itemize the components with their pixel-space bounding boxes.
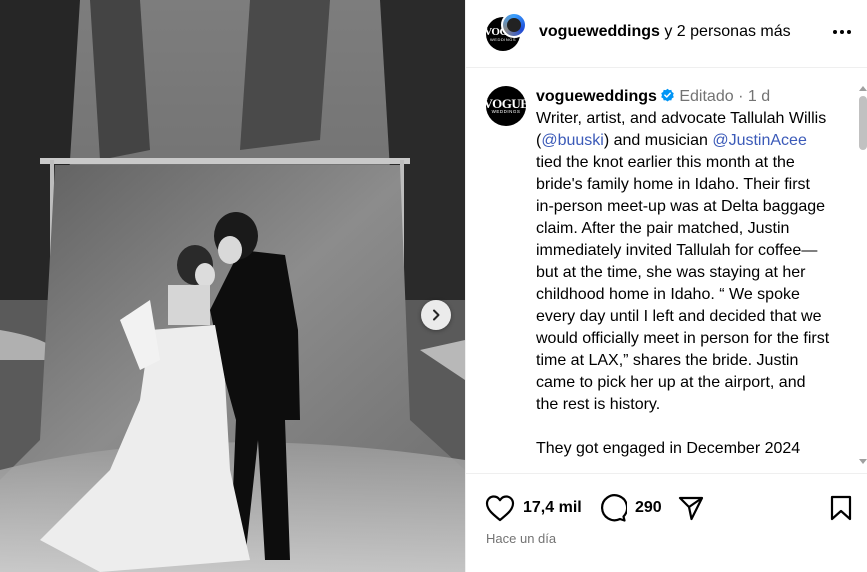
scroll-down-arrow-icon[interactable] [859, 459, 867, 464]
mention-link[interactable]: @JustinAcee [712, 132, 807, 149]
header-others[interactable]: y 2 personas más [664, 23, 790, 40]
caption-header: vogueweddings Editado · 1 d [536, 86, 831, 108]
mention-link[interactable]: @buuski [541, 132, 604, 149]
wedding-photo [0, 0, 465, 572]
caption-avatar[interactable]: VOGUE WEDDINGS [484, 86, 529, 126]
paper-plane-icon [678, 496, 704, 521]
caption-text-continued: They got engaged in December 2024 [536, 440, 801, 457]
more-dot [847, 30, 851, 34]
more-dot [840, 30, 844, 34]
caption-text-part: ) and musician [603, 132, 713, 149]
caption-username[interactable]: vogueweddings [536, 88, 657, 105]
scroll-up-arrow-icon[interactable] [859, 86, 867, 91]
header-authors: vogueweddings y 2 personas más [539, 22, 791, 42]
share-button[interactable] [677, 494, 705, 522]
likes-count[interactable]: 17,4 mil [523, 499, 582, 517]
save-button[interactable] [829, 494, 853, 522]
post-header: VOGUE WEDDINGS vogueweddings y 2 persona… [466, 0, 867, 68]
caption-scrollbar[interactable] [858, 82, 867, 472]
bookmark-icon [830, 495, 852, 521]
logo-subtext: WEDDINGS [490, 36, 516, 42]
post-age[interactable]: 1 d [748, 88, 770, 105]
edited-label: Editado [679, 88, 734, 105]
like-button[interactable]: 17,4 mil [485, 494, 582, 522]
collaborator-avatar[interactable] [501, 12, 527, 38]
post-timestamp[interactable]: Hace un día [486, 531, 556, 546]
header-username[interactable]: vogueweddings [539, 23, 660, 40]
next-photo-button[interactable] [421, 300, 451, 330]
post-actions: 17,4 mil 290 Hace un día [466, 473, 867, 572]
verified-badge-icon [661, 88, 674, 102]
chevron-right-icon [433, 309, 440, 321]
scroll-thumb[interactable] [859, 96, 867, 150]
comment-bubble-icon [601, 494, 627, 522]
more-dot [833, 30, 837, 34]
caption-text-part: tied the knot earlier this month at the … [536, 154, 830, 413]
heart-icon [485, 495, 515, 522]
caption: vogueweddings Editado · 1 d Writer, arti… [536, 86, 831, 460]
comment-button[interactable]: 290 [597, 494, 662, 522]
logo-subtext: WEDDINGS [491, 109, 521, 115]
comments-count[interactable]: 290 [635, 499, 662, 517]
post-photo[interactable] [0, 0, 465, 572]
post-panel: VOGUE WEDDINGS vogueweddings y 2 persona… [465, 0, 867, 572]
more-options-button[interactable] [828, 20, 856, 44]
caption-area: VOGUE WEDDINGS vogueweddings Editado · 1… [466, 69, 867, 472]
meta-separator: · [738, 88, 744, 105]
caption-text: Writer, artist, and advocate Tallulah Wi… [536, 108, 831, 416]
